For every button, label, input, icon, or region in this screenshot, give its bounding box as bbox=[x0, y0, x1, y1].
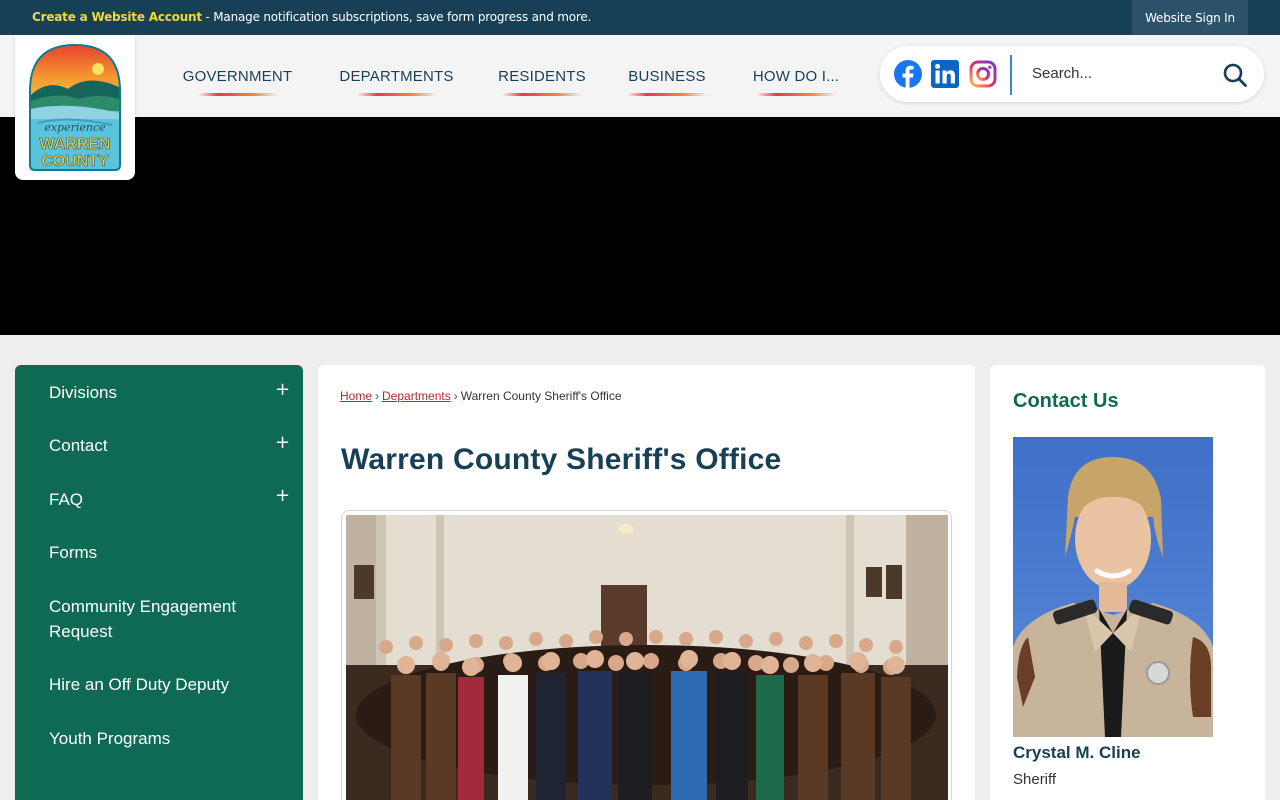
nav-underline bbox=[502, 93, 582, 96]
nav-label: GOVERNMENT bbox=[182, 67, 293, 85]
logo-text-county: COUNTY bbox=[41, 153, 109, 170]
contact-role: Sheriff bbox=[1013, 771, 1057, 788]
utility-bar: Create a Website Account - Manage notifi… bbox=[0, 0, 1280, 35]
nav-label: DEPARTMENTS bbox=[339, 67, 454, 85]
contact-card: Contact Us Crystal M. Cline Sheriff bbox=[990, 365, 1265, 800]
expand-contact-icon[interactable]: + bbox=[275, 432, 290, 453]
group-photo-image bbox=[346, 515, 948, 800]
breadcrumb-departments-link[interactable]: Departments bbox=[382, 389, 451, 403]
nav-underline bbox=[627, 93, 707, 96]
logo-text-experience: experience bbox=[44, 121, 106, 134]
nav-government[interactable]: GOVERNMENT bbox=[160, 35, 315, 117]
nav-underline bbox=[197, 93, 278, 96]
logo-text-warren: WARREN bbox=[39, 136, 110, 153]
sign-in-button[interactable]: Website Sign In bbox=[1132, 0, 1248, 35]
create-account-link[interactable]: Create a Website Account bbox=[32, 10, 202, 24]
search-bar: Search... bbox=[880, 46, 1264, 102]
sidebar-item-youth-programs[interactable]: Youth Programs bbox=[49, 726, 269, 751]
breadcrumb-separator: › bbox=[453, 389, 458, 403]
sidebar-item-forms[interactable]: Forms bbox=[49, 540, 269, 565]
expand-faq-icon[interactable]: + bbox=[275, 485, 290, 506]
main-nav: GOVERNMENT DEPARTMENTS RESIDENTS BUSINES… bbox=[160, 35, 864, 117]
warren-county-logo: experience WARREN COUNTY bbox=[29, 43, 121, 171]
linkedin-icon[interactable] bbox=[931, 60, 959, 88]
instagram-icon[interactable] bbox=[969, 60, 997, 88]
facebook-icon[interactable] bbox=[894, 60, 922, 88]
main-content: Home › Departments › Warren County Sheriff's… bbox=[318, 365, 975, 800]
nav-underline bbox=[356, 93, 437, 96]
sidebar-item-contact[interactable]: Contact bbox=[49, 433, 269, 458]
group-photo bbox=[341, 510, 952, 800]
sidebar-item-divisions[interactable]: Divisions bbox=[49, 380, 269, 405]
nav-how-do-i[interactable]: HOW DO I... bbox=[728, 35, 864, 117]
search-divider bbox=[1010, 55, 1012, 95]
search-icon[interactable] bbox=[1222, 62, 1248, 88]
breadcrumb-current: Warren County Sheriff's Office bbox=[460, 389, 622, 403]
sidebar-item-community-engagement[interactable]: Community Engagement Request bbox=[49, 594, 249, 644]
expand-divisions-icon[interactable]: + bbox=[275, 379, 290, 400]
nav-label: HOW DO I... bbox=[752, 67, 840, 85]
contact-title: Contact Us bbox=[1013, 390, 1119, 412]
site-logo[interactable]: experience WARREN COUNTY bbox=[15, 35, 135, 180]
hero-banner bbox=[0, 117, 1280, 335]
account-message: Create a Website Account - Manage notifi… bbox=[32, 10, 591, 24]
account-message-text: - Manage notification subscriptions, sav… bbox=[201, 10, 592, 24]
nav-business[interactable]: BUSINESS bbox=[606, 35, 728, 117]
contact-name: Crystal M. Cline bbox=[1013, 743, 1141, 762]
nav-departments[interactable]: DEPARTMENTS bbox=[315, 35, 478, 117]
sidebar-item-hire-deputy[interactable]: Hire an Off Duty Deputy bbox=[49, 672, 269, 697]
breadcrumb-home-link[interactable]: Home bbox=[340, 389, 372, 403]
nav-residents[interactable]: RESIDENTS bbox=[478, 35, 606, 117]
nav-underline bbox=[756, 93, 836, 96]
breadcrumb-separator: › bbox=[375, 389, 380, 403]
sheriff-portrait bbox=[1013, 437, 1213, 737]
sidebar-nav: Divisions + Contact + FAQ + Forms Commun… bbox=[15, 365, 303, 800]
breadcrumb: Home › Departments › Warren County Sheriff's… bbox=[340, 389, 622, 403]
page-title: Warren County Sheriff's Office bbox=[341, 443, 782, 476]
search-input[interactable]: Search... bbox=[1032, 65, 1092, 82]
nav-label: BUSINESS bbox=[628, 67, 706, 85]
nav-label: RESIDENTS bbox=[498, 67, 586, 85]
sidebar-item-faq[interactable]: FAQ bbox=[49, 487, 269, 512]
